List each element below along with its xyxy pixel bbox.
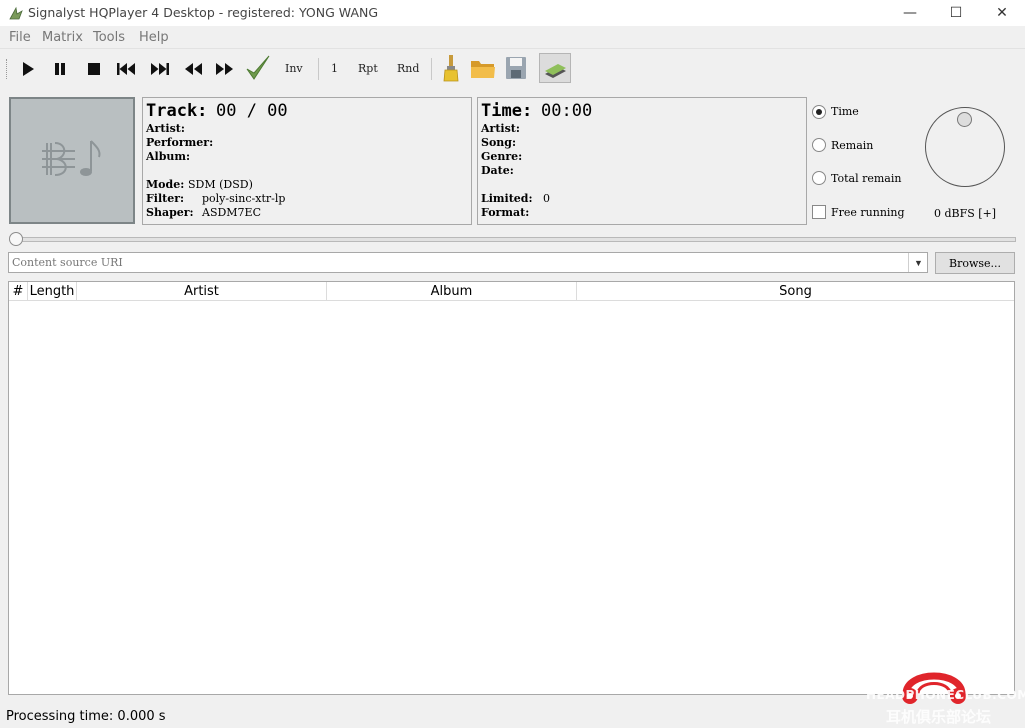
play-button[interactable] bbox=[14, 56, 42, 82]
limited-label: Limited: bbox=[481, 192, 533, 205]
genre-label: Genre: bbox=[481, 150, 523, 163]
brush-icon bbox=[443, 55, 459, 82]
seek-slider-handle[interactable] bbox=[9, 232, 23, 246]
album-label: Album: bbox=[146, 150, 191, 163]
free-running-label: Free running bbox=[831, 206, 905, 219]
column-header-artist[interactable]: Artist bbox=[77, 282, 327, 301]
minimize-button[interactable]: — bbox=[887, 0, 933, 26]
radio-time-label: Time bbox=[831, 105, 859, 118]
content-source-placeholder: Content source URI bbox=[12, 256, 123, 269]
shaper-value: ASDM7EC bbox=[202, 206, 262, 219]
random-button[interactable]: Rnd bbox=[397, 62, 419, 75]
play-icon bbox=[23, 62, 34, 76]
seek-slider-track[interactable] bbox=[10, 237, 1016, 242]
save-button[interactable] bbox=[502, 52, 530, 84]
radio-remain-label: Remain bbox=[831, 139, 874, 152]
maximize-button[interactable]: ☐ bbox=[933, 0, 979, 26]
playlist-table[interactable] bbox=[8, 281, 1015, 695]
single-button[interactable]: 1 bbox=[331, 62, 338, 75]
skip-forward-icon bbox=[151, 63, 169, 75]
time-artist-label: Artist: bbox=[481, 122, 520, 135]
watermark-caption: 耳机俱乐部论坛 bbox=[886, 708, 992, 726]
app-icon bbox=[8, 5, 24, 21]
column-header-length[interactable]: Length bbox=[28, 282, 77, 301]
format-label: Format: bbox=[481, 206, 530, 219]
filter-label: Filter: bbox=[146, 192, 185, 205]
time-label: Time: bbox=[481, 101, 533, 121]
stop-button[interactable] bbox=[80, 56, 108, 82]
next-track-button[interactable] bbox=[146, 56, 174, 82]
performer-label: Performer: bbox=[146, 136, 214, 149]
column-header-number[interactable]: # bbox=[9, 282, 28, 301]
column-header-song[interactable]: Song bbox=[577, 282, 1014, 301]
track-label: Track: bbox=[146, 101, 208, 121]
menu-matrix[interactable]: Matrix bbox=[42, 30, 83, 45]
content-source-dropdown[interactable]: ▼ bbox=[908, 253, 928, 272]
close-button[interactable]: ✕ bbox=[979, 0, 1025, 26]
checkmark-icon bbox=[246, 55, 270, 80]
album-art bbox=[9, 97, 135, 224]
menu-help[interactable]: Help bbox=[139, 30, 169, 45]
column-header-album[interactable]: Album bbox=[327, 282, 577, 301]
pause-icon bbox=[55, 63, 65, 75]
rewind-icon bbox=[185, 63, 202, 75]
track-counter: 00 / 00 bbox=[216, 101, 288, 121]
floppy-disk-icon bbox=[506, 57, 526, 79]
toolbar-separator bbox=[318, 58, 319, 80]
mode-value: SDM (DSD) bbox=[188, 178, 253, 191]
song-label: Song: bbox=[481, 136, 517, 149]
radio-total-remain[interactable] bbox=[812, 171, 826, 185]
open-folder-button[interactable] bbox=[469, 52, 497, 84]
radio-remain[interactable] bbox=[812, 138, 826, 152]
fast-forward-button[interactable] bbox=[211, 56, 239, 82]
music-note-icon bbox=[42, 140, 101, 176]
toolbar-separator bbox=[431, 58, 432, 80]
pause-button[interactable] bbox=[46, 56, 74, 82]
rewind-button[interactable] bbox=[179, 56, 207, 82]
radio-time[interactable] bbox=[812, 105, 826, 119]
apply-button[interactable] bbox=[244, 52, 272, 84]
watermark-logo: HEADPHONECLUB.COM 耳机俱乐部论坛 bbox=[866, 660, 1025, 726]
invert-button[interactable]: Inv bbox=[285, 62, 303, 75]
clear-playlist-button[interactable] bbox=[437, 52, 465, 84]
time-value: 00:00 bbox=[541, 101, 593, 121]
watermark-url: HEADPHONECLUB.COM bbox=[866, 688, 1025, 702]
content-source-input[interactable] bbox=[8, 252, 928, 273]
toolbar-grip bbox=[6, 59, 9, 79]
menu-file[interactable]: File bbox=[9, 30, 31, 45]
folder-icon bbox=[471, 61, 495, 78]
date-label: Date: bbox=[481, 164, 514, 177]
menu-tools[interactable]: Tools bbox=[93, 30, 125, 45]
skip-back-icon bbox=[117, 63, 135, 75]
radio-total-remain-label: Total remain bbox=[831, 172, 902, 185]
chevron-down-icon: ▼ bbox=[914, 257, 923, 268]
free-running-checkbox[interactable] bbox=[812, 205, 826, 219]
fast-forward-icon bbox=[216, 63, 233, 75]
filter-value: poly-sinc-xtr-lp bbox=[202, 192, 286, 205]
repeat-button[interactable]: Rpt bbox=[358, 62, 378, 75]
stop-icon bbox=[88, 63, 100, 75]
artist-label: Artist: bbox=[146, 122, 185, 135]
previous-track-button[interactable] bbox=[112, 56, 140, 82]
shaper-label: Shaper: bbox=[146, 206, 194, 219]
output-device-button[interactable] bbox=[539, 53, 571, 83]
browse-button[interactable]: Browse... bbox=[935, 252, 1015, 274]
processing-time-status: Processing time: 0.000 s bbox=[6, 709, 166, 724]
volume-dial-knob[interactable] bbox=[957, 112, 972, 127]
mode-label: Mode: bbox=[146, 178, 185, 191]
limited-value: 0 bbox=[543, 192, 550, 205]
volume-readout: 0 dBFS [+] bbox=[934, 207, 997, 220]
audio-device-icon bbox=[545, 64, 566, 78]
window-title: Signalyst HQPlayer 4 Desktop - registere… bbox=[28, 5, 379, 20]
